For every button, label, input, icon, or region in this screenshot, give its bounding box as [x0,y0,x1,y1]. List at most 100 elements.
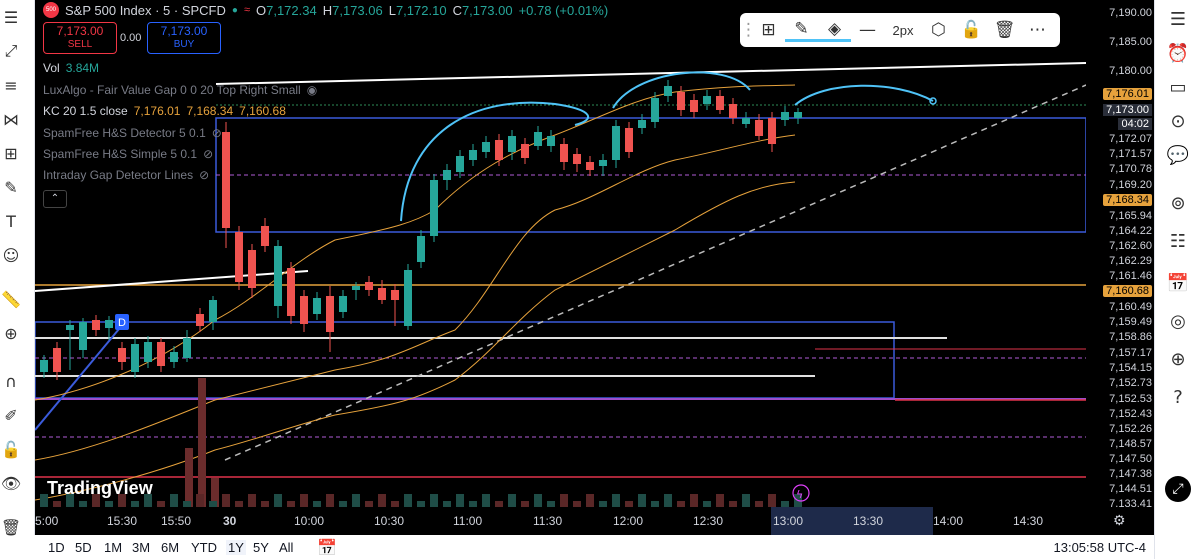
broadcast-icon[interactable]: ◎ [1163,306,1193,336]
lock-icon[interactable]: 🔓 [0,438,22,460]
pine-editor-icon[interactable]: ☷ [1163,226,1193,256]
fib-icon[interactable]: ⊞ [0,142,22,164]
range-button-5y[interactable]: 5Y [253,540,269,555]
symbol-title[interactable]: S&P 500 Index · 5 · SPCFD [65,3,226,18]
pattern-icon[interactable]: ⋈ [0,108,22,130]
calendar-icon[interactable]: 📅 [1163,268,1193,298]
price-label: 7,144.51 [1109,483,1152,495]
volume-bar [534,494,542,507]
candle [144,342,152,362]
eye-hidden-icon[interactable]: ◉ [307,83,317,97]
hs-simple-indicator[interactable]: SpamFree H&S Simple 5 0.1 ⊘ [43,147,213,161]
candle [612,126,620,160]
fill-color-icon[interactable]: ◈ [818,19,851,42]
range-button-ytd[interactable]: YTD [191,540,217,555]
candle [326,296,334,332]
volume-bar [430,494,438,507]
hs-detector-indicator[interactable]: SpamFree H&S Detector 5 0.1 ⊘ [43,126,222,140]
lock-icon[interactable]: 🔓 [955,20,988,40]
range-button-1m[interactable]: 1M [104,540,122,555]
ideas-icon[interactable]: ⊚ [1163,188,1193,218]
eye-hidden-icon[interactable]: ⊘ [212,126,222,140]
range-button-6m[interactable]: 6M [161,540,179,555]
candle [313,298,321,314]
line-color-icon[interactable]: ✎ [785,19,818,42]
chart-area[interactable]: D TradingView ϟ 500 S&P 500 Index · 5 · … [35,0,1086,507]
range-button-3m[interactable]: 3M [132,540,150,555]
time-label: 11:30 [533,514,563,528]
eye-icon[interactable]: 👁 [0,472,22,494]
drag-handle-icon[interactable]: ⋮ [740,20,757,40]
candle [339,296,347,312]
time-label: 11:00 [453,514,483,528]
price-label: 7,173.00 [1103,104,1152,116]
volume-bar [768,494,776,507]
buy-price: 7,173.00 [160,24,208,38]
eye-hidden-icon[interactable]: ⊘ [199,168,209,182]
zoom-icon[interactable]: ⊕ [0,322,22,344]
help-icon[interactable]: ? [1163,382,1193,412]
candle [118,348,126,362]
menu-icon[interactable]: ☰ [0,6,22,28]
left-drawing-toolbar: ☰ ⤢ ≡ ⋈ ⊞ ✎ T ☺ 📏 ⊕ ∩ ✐ 🔓 👁 🗑 [0,0,35,538]
buy-button[interactable]: 7,173.00 BUY [147,22,221,54]
chart-canvas[interactable]: D TradingView ϟ [35,0,1086,507]
ohlc-change: +0.78 (+0.01%) [518,2,609,18]
candle [352,286,360,290]
spread-value: 0.00 [120,32,142,44]
fullscreen-icon[interactable]: ⤢ [1165,476,1191,502]
candle [482,142,490,152]
trash-icon[interactable]: 🗑 [0,516,22,538]
price-label: 7,190.00 [1109,7,1152,19]
chat-icon[interactable]: 💬 [1163,140,1193,170]
range-button-5d[interactable]: 5D [75,540,92,555]
data-window-icon[interactable]: ▭ [1163,72,1193,102]
horizontal-lines-icon[interactable]: ≡ [0,74,22,96]
ruler-icon[interactable]: 📏 [0,288,22,310]
lock-drawing-icon[interactable]: ✐ [0,404,22,426]
emoji-icon[interactable]: ☺ [0,244,22,266]
text-icon[interactable]: T [0,210,22,232]
date-range-icon[interactable]: 📅 [317,538,337,558]
range-button-1y[interactable]: 1Y [226,540,246,555]
lightning-icon[interactable]: ϟ [796,488,803,501]
templates-icon[interactable]: ⊞ [752,20,785,40]
candle [586,162,594,170]
candle [222,132,230,228]
ohlc-low-label: L [388,2,396,18]
price-scale[interactable]: 7,190.00 7,185.00 7,180.00 7,176.01 7,173.00… [1086,0,1154,510]
crosshair-icon[interactable]: ⤢ [0,40,22,62]
brush-icon[interactable]: ✎ [0,176,22,198]
luxalgo-indicator[interactable]: LuxAlgo - Fair Value Gap 0 0 20 Top Righ… [43,83,317,97]
candle [599,160,607,166]
more-icon[interactable]: ⋯ [1021,20,1054,40]
vol-indicator[interactable]: Vol 3.84M [43,61,99,75]
line-width-select[interactable]: 2px [884,23,922,38]
line-style-icon[interactable]: — [851,20,884,40]
price-label: 7,165.94 [1109,210,1152,222]
hotlists-icon[interactable]: ⊙ [1163,106,1193,136]
sell-button[interactable]: 7,173.00 SELL [43,22,117,54]
candle [768,118,776,144]
watchlist-icon[interactable]: ☰ [1163,4,1193,34]
range-button-all[interactable]: All [279,540,293,555]
price-label: 7,176.01 [1103,88,1152,100]
time-axis[interactable]: ⚙ 5:00 15:30 15:50 30 10:00 10:30 11:00 11:30 12… [35,507,1154,535]
gap-detector-indicator[interactable]: Intraday Gap Detector Lines ⊘ [43,168,209,182]
magnet-icon[interactable]: ∩ [0,370,22,392]
collapse-legend-button[interactable]: ⌃ [43,190,67,208]
range-button-1d[interactable]: 1D [48,540,65,555]
delete-icon[interactable]: 🗑 [988,20,1021,40]
settings-gear-icon[interactable]: ⚙ [1113,512,1126,529]
candle [404,270,412,326]
screener-icon[interactable]: ⊕ [1163,344,1193,374]
hs-simple-label: SpamFree H&S Simple 5 0.1 [43,147,198,161]
eye-hidden-icon[interactable]: ⊘ [203,147,213,161]
candle [261,226,269,246]
settings-icon[interactable]: ⬡ [922,20,955,40]
drawing-toolbar: ⋮ ⊞ ✎ ◈ — 2px ⬡ 🔓 🗑 ⋯ [740,13,1060,47]
clock[interactable]: 13:05:58 UTC-4 [1054,540,1147,555]
kc-indicator[interactable]: KC 20 1.5 close 7,176.01 7,168.34 7,160.… [43,104,286,118]
candle [560,144,568,162]
alerts-icon[interactable]: ⏰ [1163,38,1193,68]
